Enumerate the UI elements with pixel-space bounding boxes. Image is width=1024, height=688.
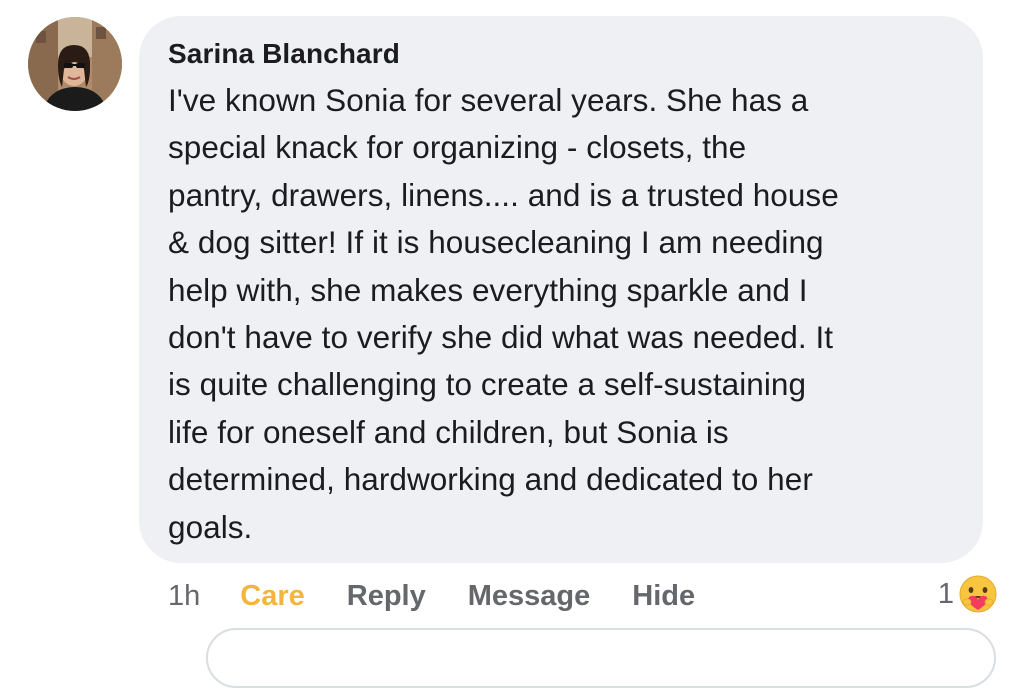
care-reaction-button[interactable]: Care [240,580,305,613]
care-emoji-icon [959,575,997,613]
reaction-count: 1 [937,577,954,610]
comment-timestamp[interactable]: 1h [168,580,200,613]
avatar-photo [28,17,122,111]
reaction-summary[interactable]: 1 [938,572,998,616]
author-avatar[interactable] [28,17,122,111]
message-button[interactable]: Message [468,580,591,613]
comment-author-name[interactable]: Sarina Blanchard [168,36,959,72]
comment-actions: 1h Care Reply Message Hide [168,574,695,618]
comment-bubble: Sarina Blanchard I've known Sonia for se… [139,16,983,563]
comment-text: I've known Sonia for several years. She … [168,82,839,545]
reply-input-box[interactable] [206,628,996,688]
hide-button[interactable]: Hide [632,580,695,613]
reply-button[interactable]: Reply [347,580,426,613]
